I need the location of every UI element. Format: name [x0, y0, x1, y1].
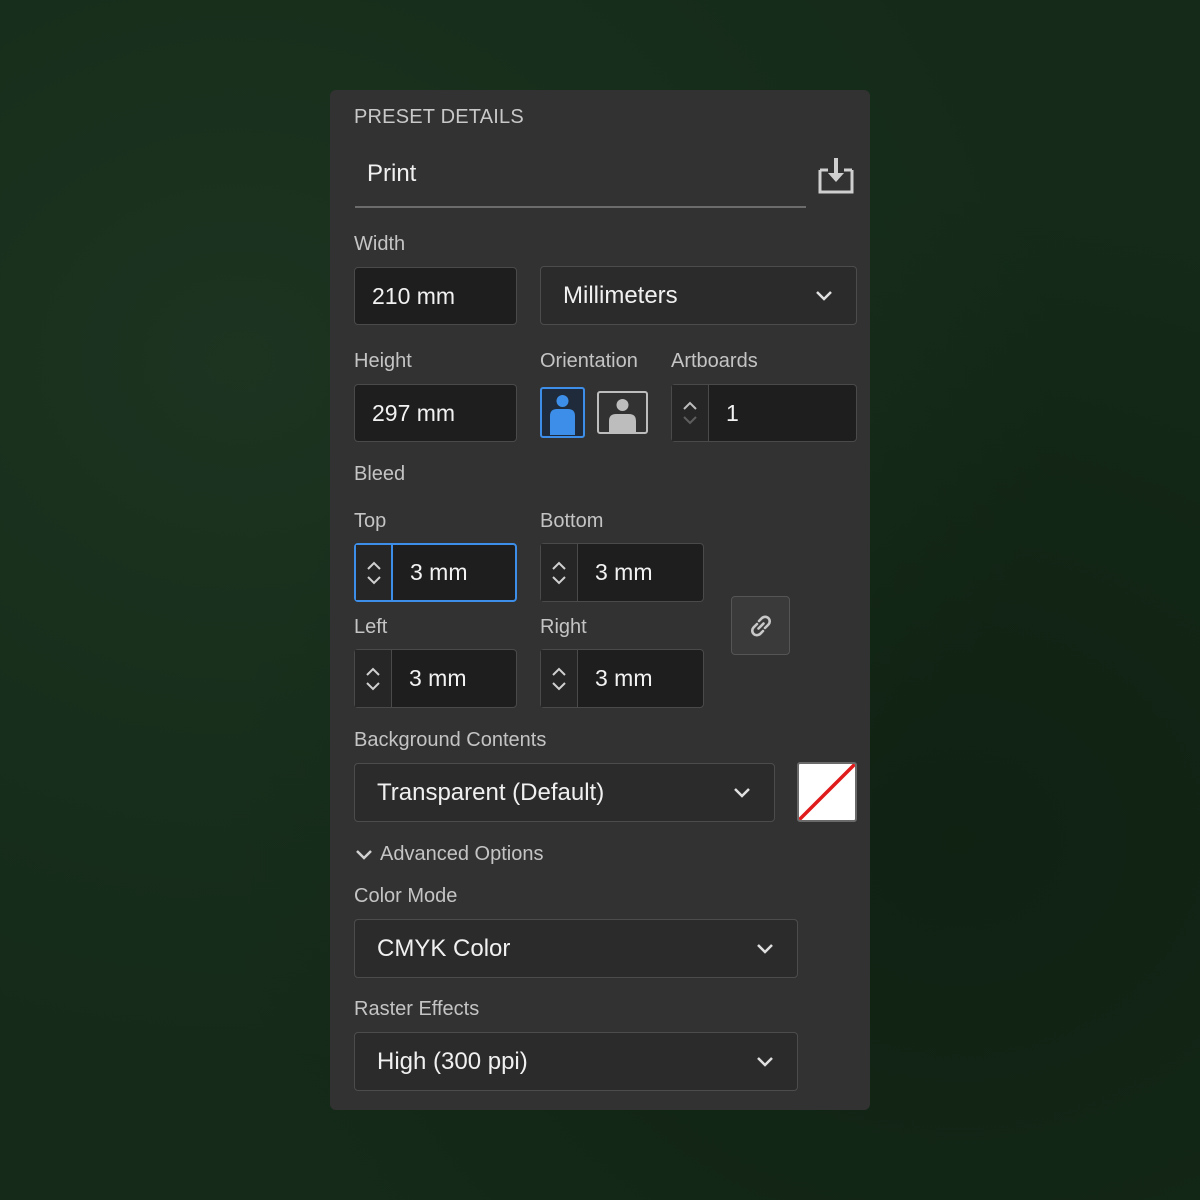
artboards-value: 1 — [726, 399, 739, 426]
preset-name-input[interactable]: Print — [367, 160, 416, 188]
background-color-swatch[interactable] — [797, 762, 857, 822]
raster-effects-dropdown[interactable]: High (300 ppi) — [354, 1032, 798, 1091]
chevron-down-icon[interactable] — [682, 415, 698, 425]
bleed-bottom-input[interactable]: 3 mm — [540, 543, 704, 602]
bleed-right-stepper[interactable] — [541, 650, 578, 707]
portrait-person-icon — [550, 395, 575, 435]
artboards-stepper[interactable] — [672, 385, 709, 441]
units-dropdown[interactable]: Millimeters — [540, 266, 857, 325]
color-mode-value: CMYK Color — [377, 934, 511, 962]
background-contents-label: Background Contents — [354, 729, 547, 751]
chevron-down-icon — [734, 787, 750, 798]
height-value: 297 mm — [372, 399, 456, 426]
chevron-down-icon — [356, 849, 372, 860]
bleed-bottom-label: Bottom — [540, 510, 604, 532]
chevron-up-icon[interactable] — [551, 561, 567, 571]
section-title: PRESET DETAILS — [354, 106, 524, 128]
chevron-down-icon[interactable] — [366, 575, 382, 585]
bleed-top-label: Top — [354, 510, 387, 532]
units-value: Millimeters — [563, 281, 678, 309]
artboards-input[interactable]: 1 — [671, 384, 857, 442]
save-preset-icon[interactable] — [816, 156, 856, 196]
width-label: Width — [354, 233, 406, 255]
bleed-bottom-value: 3 mm — [595, 559, 653, 585]
bleed-top-value: 3 mm — [410, 559, 468, 585]
artboards-label: Artboards — [671, 350, 758, 372]
bleed-right-label: Right — [540, 616, 587, 638]
chevron-down-icon[interactable] — [551, 681, 567, 691]
bleed-right-input[interactable]: 3 mm — [540, 649, 704, 708]
background-contents-value: Transparent (Default) — [377, 778, 605, 806]
color-mode-label: Color Mode — [354, 885, 458, 907]
portrait-orientation-button[interactable] — [540, 387, 585, 438]
orientation-label: Orientation — [540, 350, 638, 372]
bleed-top-stepper[interactable] — [356, 545, 393, 600]
advanced-options-label: Advanced Options — [380, 843, 544, 865]
landscape-orientation-button[interactable] — [597, 391, 648, 434]
width-value: 210 mm — [372, 282, 456, 309]
no-color-icon — [799, 764, 855, 820]
landscape-person-icon — [609, 399, 636, 432]
chevron-up-icon[interactable] — [682, 401, 698, 411]
bleed-left-input[interactable]: 3 mm — [354, 649, 517, 708]
chevron-down-icon — [816, 290, 832, 301]
bleed-top-input[interactable]: 3 mm — [354, 543, 517, 602]
width-input[interactable]: 210 mm — [354, 267, 517, 325]
raster-effects-label: Raster Effects — [354, 998, 480, 1020]
preset-name-underline — [355, 206, 806, 208]
chevron-up-icon[interactable] — [551, 667, 567, 677]
link-bleed-button[interactable] — [731, 596, 790, 655]
bleed-bottom-stepper[interactable] — [541, 544, 578, 601]
advanced-options-toggle[interactable]: Advanced Options — [354, 843, 543, 866]
raster-effects-value: High (300 ppi) — [377, 1047, 528, 1075]
bleed-left-label: Left — [354, 616, 388, 638]
chevron-up-icon[interactable] — [365, 667, 381, 677]
link-icon — [750, 615, 771, 636]
chevron-down-icon — [757, 943, 773, 954]
chevron-up-icon[interactable] — [366, 561, 382, 571]
background-contents-dropdown[interactable]: Transparent (Default) — [354, 763, 775, 822]
preset-details-panel: PRESET DETAILS Print Width 210 mm Millim… — [330, 90, 870, 1110]
chevron-down-icon — [757, 1056, 773, 1067]
bleed-left-stepper[interactable] — [355, 650, 392, 707]
bleed-left-value: 3 mm — [409, 665, 467, 691]
bleed-right-value: 3 mm — [595, 665, 653, 691]
bleed-label: Bleed — [354, 463, 406, 485]
height-input[interactable]: 297 mm — [354, 384, 517, 442]
height-label: Height — [354, 350, 412, 372]
chevron-down-icon[interactable] — [551, 575, 567, 585]
chevron-down-icon[interactable] — [365, 681, 381, 691]
color-mode-dropdown[interactable]: CMYK Color — [354, 919, 798, 978]
